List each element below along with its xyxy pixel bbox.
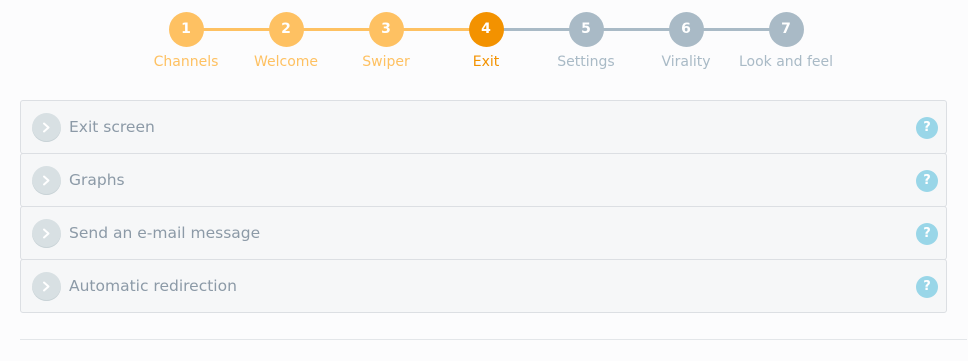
question-mark-icon[interactable]: ? bbox=[916, 117, 938, 139]
settings-accordion: Exit screen ? Graphs ? Send an e-mail me… bbox=[20, 100, 947, 313]
step-number: 5 bbox=[568, 12, 604, 47]
panel-send-email[interactable]: Send an e-mail message ? bbox=[20, 206, 947, 260]
chevron-right-icon[interactable] bbox=[32, 272, 61, 301]
step-number: 7 bbox=[768, 12, 804, 47]
panel-automatic-redirection[interactable]: Automatic redirection ? bbox=[20, 259, 947, 313]
panel-title: Exit screen bbox=[69, 118, 155, 136]
chevron-right-icon[interactable] bbox=[32, 166, 61, 195]
question-mark-icon[interactable]: ? bbox=[916, 170, 938, 192]
panel-title: Automatic redirection bbox=[69, 277, 237, 295]
question-mark-icon[interactable]: ? bbox=[916, 223, 938, 245]
step-number: 1 bbox=[168, 12, 204, 47]
step-number: 3 bbox=[368, 12, 404, 47]
panel-title: Send an e-mail message bbox=[69, 224, 261, 242]
step-number: 6 bbox=[668, 12, 704, 47]
section-divider bbox=[20, 339, 967, 340]
panel-graphs[interactable]: Graphs ? bbox=[20, 153, 947, 207]
panel-title: Graphs bbox=[69, 171, 125, 189]
step-label: Look and feel bbox=[738, 54, 834, 70]
panel-exit-screen[interactable]: Exit screen ? bbox=[20, 100, 947, 154]
step-number: 2 bbox=[268, 12, 304, 47]
step-number: 4 bbox=[468, 12, 504, 47]
step-look-and-feel[interactable]: 7 Look and feel bbox=[716, 12, 856, 71]
chevron-right-icon[interactable] bbox=[32, 219, 61, 248]
wizard-stepper: 1 Channels 2 Welcome 3 Swiper 4 Exit 5 S… bbox=[0, 0, 968, 90]
question-mark-icon[interactable]: ? bbox=[916, 276, 938, 298]
chevron-right-icon[interactable] bbox=[32, 113, 61, 142]
